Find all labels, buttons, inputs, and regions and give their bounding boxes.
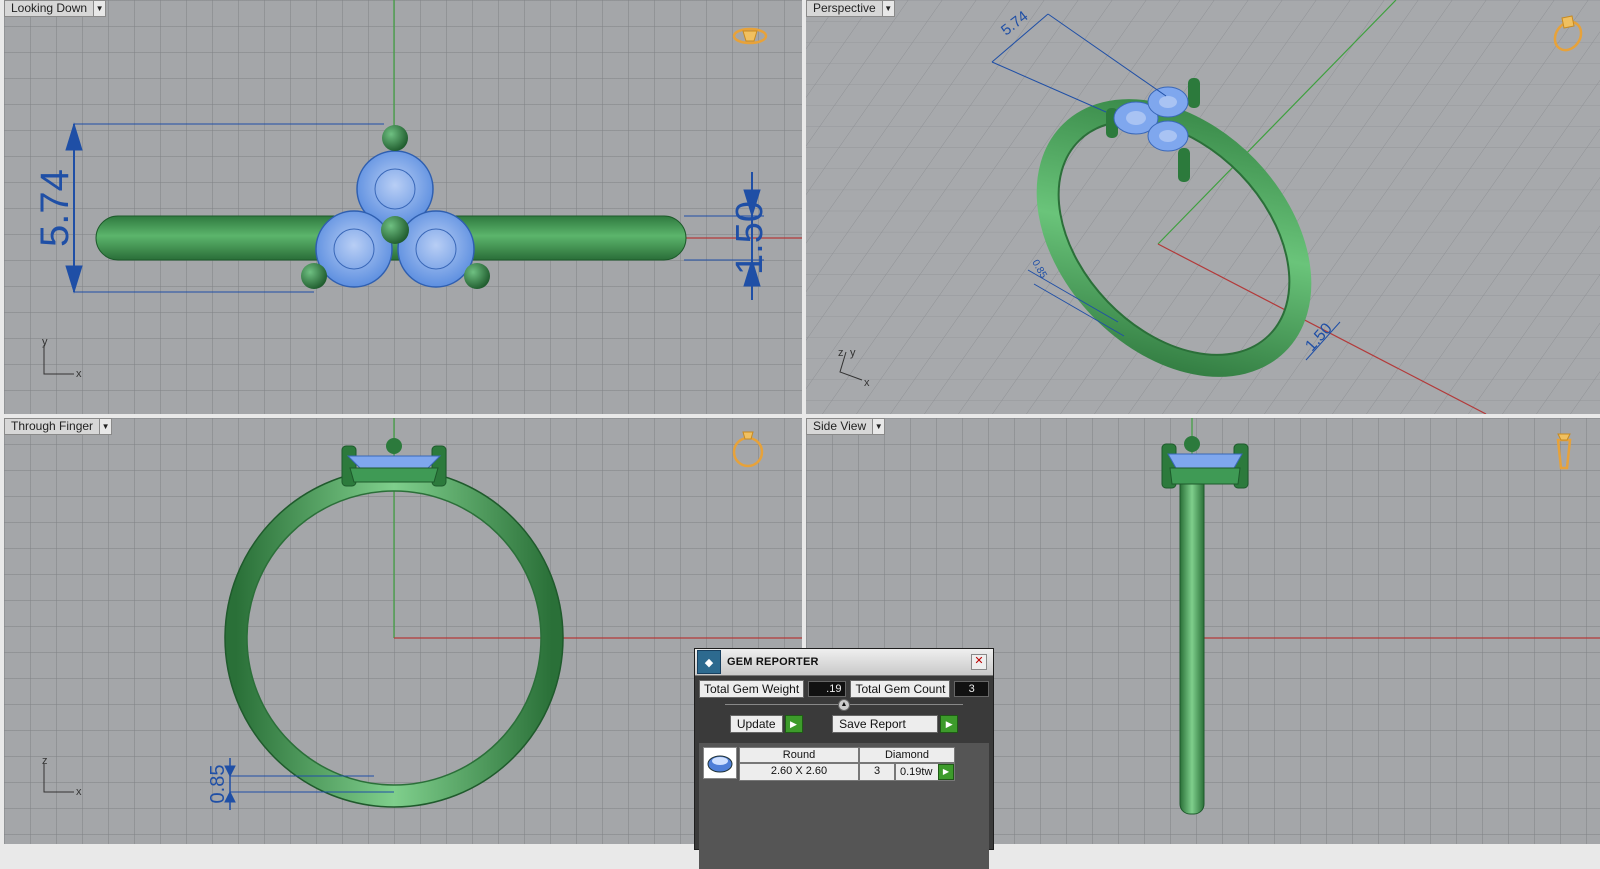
gem-head	[341, 438, 447, 487]
viewport-title: Looking Down	[11, 1, 88, 15]
dim-5-74-label: 5.74	[33, 169, 77, 247]
collapse-knob-icon[interactable]: ▲	[838, 699, 850, 711]
viewport-label-perspective[interactable]: Perspective ▼	[806, 0, 895, 17]
update-button[interactable]: Update ▶	[729, 715, 803, 733]
chevron-down-icon[interactable]: ▼	[881, 1, 894, 16]
close-icon[interactable]: ✕	[971, 654, 987, 670]
ring-orientation-icon	[1556, 433, 1572, 470]
viewport-title: Perspective	[813, 1, 876, 15]
gem-reporter-panel[interactable]: ◆ GEM REPORTER ✕ Total Gem Weight .19 To…	[694, 648, 994, 869]
gem-material-cell: Diamond	[859, 747, 955, 763]
gem-head	[1161, 436, 1249, 489]
dim-0-85-label: 0.85	[207, 765, 229, 804]
play-arrow-icon[interactable]: ▶	[784, 715, 803, 733]
total-gem-weight-value: .19	[808, 681, 847, 697]
chevron-down-icon[interactable]: ▼	[99, 419, 112, 434]
gem-reporter-logo-icon: ◆	[697, 650, 721, 674]
viewport-label-side-view[interactable]: Side View ▼	[806, 418, 886, 435]
gem-count-cell: 3	[859, 763, 895, 781]
axis-indicator	[43, 345, 74, 375]
viewport-label-looking-down[interactable]: Looking Down ▼	[4, 0, 107, 17]
viewport-label-through-finger[interactable]: Through Finger ▼	[4, 418, 113, 435]
gem-shape-cell: Round	[739, 747, 859, 763]
update-button-label: Update	[729, 715, 783, 733]
axis-label-y: y	[850, 347, 856, 359]
gem-reporter-title: GEM REPORTER	[727, 656, 819, 668]
axis-label-z: z	[838, 347, 844, 359]
perspective-scene: 5.74 0.85 1.50 z y x	[806, 0, 1600, 414]
gem-reporter-titlebar[interactable]: ◆ GEM REPORTER ✕	[695, 649, 993, 676]
axis-label-x: x	[76, 368, 82, 380]
viewport-title: Through Finger	[11, 419, 94, 433]
total-gem-weight-label: Total Gem Weight	[699, 680, 805, 698]
gem-cluster	[301, 125, 490, 289]
gem-size-cell: 2.60 X 2.60	[739, 763, 859, 781]
viewport-through-finger[interactable]: Through Finger ▼ 0.85 z x	[4, 418, 802, 844]
total-gem-count-label: Total Gem Count	[850, 680, 951, 698]
gem-weight-cell[interactable]: 0.19tw ▶	[895, 763, 955, 781]
viewport-title: Side View	[813, 419, 867, 433]
ring-orientation-icon	[732, 27, 768, 45]
ring-orientation-icon	[732, 431, 764, 468]
front-view-scene: 0.85 z x	[42, 418, 802, 810]
dim-1-50-label: 1.50	[729, 201, 771, 275]
play-arrow-icon[interactable]: ▶	[940, 715, 959, 733]
gem-list-row[interactable]: Round Diamond 2.60 X 2.60 3 0.19tw ▶	[703, 747, 985, 781]
axis-label-x: x	[864, 377, 870, 389]
viewport-perspective[interactable]: 5.74 0.85 1.50 z y x Perspective ▼	[806, 0, 1600, 414]
top-view-scene: 5.74 1.50 y x	[33, 0, 802, 380]
chevron-down-icon[interactable]: ▼	[872, 419, 885, 434]
axis-label-y: y	[42, 336, 48, 348]
gem-weight-value: 0.19tw	[900, 766, 933, 778]
ring-band	[1179, 473, 1205, 815]
save-report-button-label: Save Report	[832, 715, 939, 733]
save-report-button[interactable]: Save Report ▶	[832, 715, 959, 733]
round-gem-thumbnail-icon	[703, 747, 737, 779]
axis-label-z: z	[42, 755, 48, 767]
play-arrow-icon[interactable]: ▶	[938, 764, 954, 780]
total-gem-count-value: 3	[954, 681, 989, 697]
viewport-looking-down[interactable]: Looking Down ▼ 5.74 1.50 y x	[4, 0, 802, 414]
actions-row: Update ▶ Save Report ▶	[695, 709, 993, 739]
axis-label-x: x	[76, 786, 82, 798]
chevron-down-icon[interactable]: ▼	[93, 1, 106, 16]
gem-list: Round Diamond 2.60 X 2.60 3 0.19tw ▶	[699, 743, 989, 869]
totals-row: Total Gem Weight .19 Total Gem Count 3	[695, 676, 993, 698]
collapse-divider[interactable]: ▲	[725, 699, 963, 711]
axis-indicator	[43, 764, 74, 793]
